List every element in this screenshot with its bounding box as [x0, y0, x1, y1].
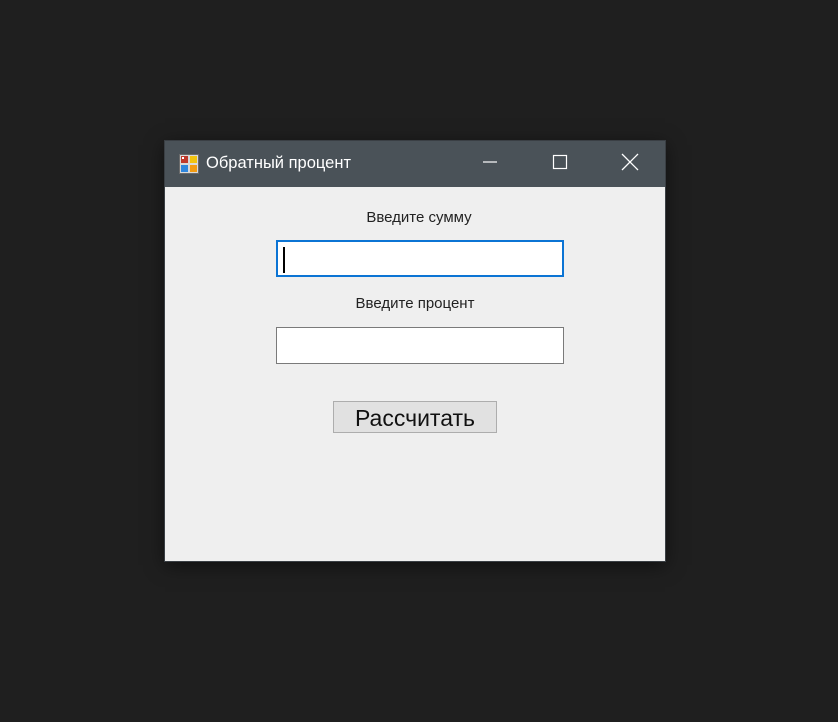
minimize-button[interactable] [467, 141, 513, 187]
maximize-icon [552, 154, 568, 175]
close-button[interactable] [607, 141, 653, 187]
app-icon [179, 154, 199, 174]
window-title: Обратный процент [206, 154, 352, 172]
percent-input[interactable] [277, 328, 563, 363]
sum-input[interactable] [278, 242, 562, 275]
text-caret [283, 247, 285, 273]
minimize-icon [482, 154, 498, 175]
app-window: Обратный процент Введите сумму Введите п… [165, 141, 665, 561]
form-client-area: Введите сумму Введите процент Рассчитать [165, 187, 665, 561]
percent-label: Введите процент [355, 295, 475, 312]
calculate-button[interactable]: Рассчитать [333, 401, 497, 433]
sum-input-box[interactable] [276, 240, 564, 277]
maximize-button[interactable] [537, 141, 583, 187]
sum-label: Введите сумму [366, 209, 472, 226]
title-bar[interactable]: Обратный процент [165, 141, 665, 187]
close-icon [621, 153, 639, 176]
percent-input-box[interactable] [276, 327, 564, 364]
